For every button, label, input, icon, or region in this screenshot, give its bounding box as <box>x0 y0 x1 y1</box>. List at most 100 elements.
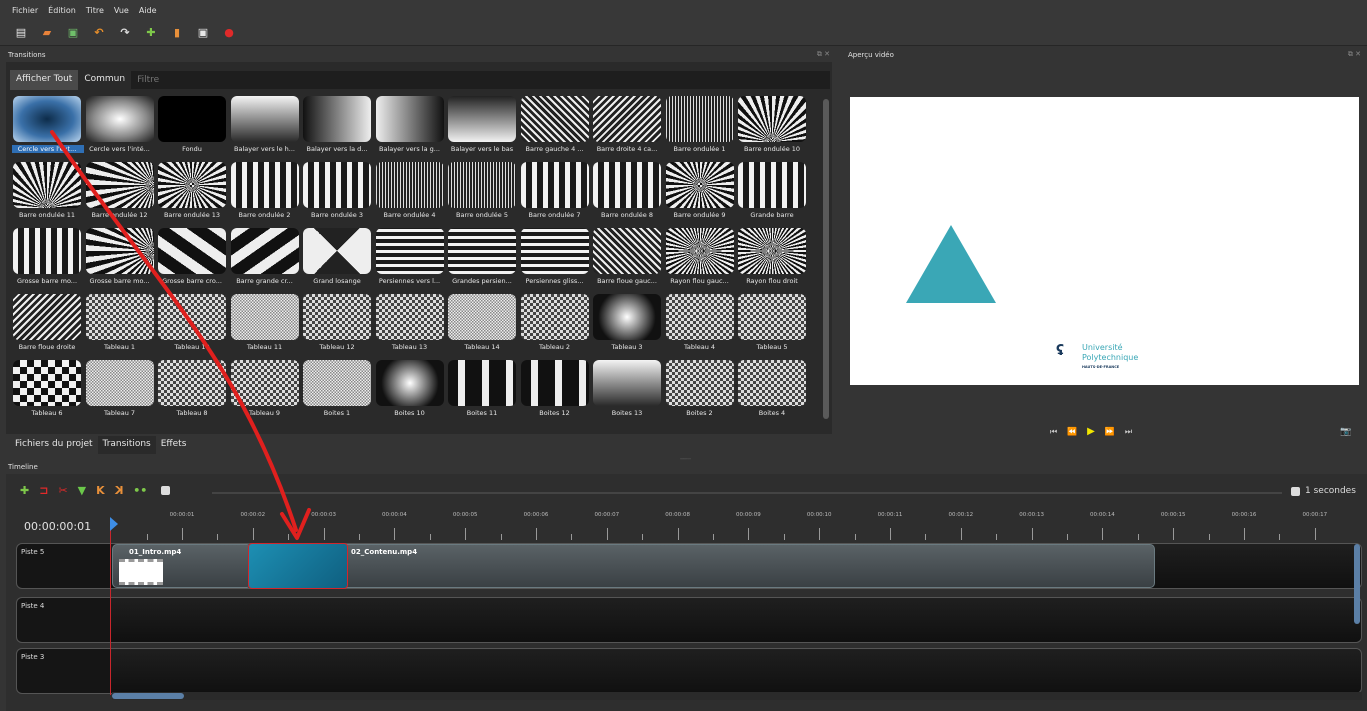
transition-tile[interactable]: Cercle vers l'ext... <box>12 95 84 159</box>
play-icon[interactable]: ▶ <box>1087 426 1095 437</box>
add-marker-icon[interactable]: ▼ <box>78 484 86 497</box>
camera-icon[interactable]: 📷 <box>1340 427 1351 437</box>
transition-tile[interactable]: Tableau 1 <box>85 293 155 357</box>
transition-tile[interactable]: Barre ondulée 12 <box>85 161 155 225</box>
transition-tile[interactable]: Cercle vers l'inté... <box>85 95 155 159</box>
tab-transitions[interactable]: Transitions <box>97 436 156 454</box>
transitions-scrollbar[interactable] <box>822 95 830 425</box>
fast-forward-icon[interactable]: ⏩ <box>1105 427 1115 436</box>
transition-tile[interactable]: Balayer vers la g... <box>375 95 445 159</box>
transition-tile[interactable]: Boites 13 <box>592 359 662 423</box>
transition-tile[interactable]: Tableau 10 <box>157 293 227 357</box>
new-project-icon[interactable]: ▤ <box>14 26 28 40</box>
transition-tile[interactable]: Barre floue droite <box>12 293 82 357</box>
transition-tile[interactable]: Tableau 2 <box>520 293 590 357</box>
transition-tile[interactable]: Barre ondulée 8 <box>592 161 662 225</box>
tab-project-files[interactable]: Fichiers du projet <box>10 436 98 454</box>
panel-controls-icon[interactable]: ⧉ ✕ <box>817 50 830 59</box>
choose-profile-icon[interactable]: ▮ <box>170 26 184 40</box>
export-video-icon[interactable]: ● <box>222 26 236 40</box>
filter-input[interactable] <box>131 71 830 89</box>
transition-clip[interactable] <box>248 543 348 589</box>
transition-tile[interactable]: Barre ondulée 9 <box>665 161 735 225</box>
transition-tile[interactable]: Rayon flou droit <box>737 227 807 291</box>
menu-edition[interactable]: Édition <box>48 6 76 15</box>
menu-vue[interactable]: Vue <box>114 6 129 15</box>
transition-tile[interactable]: Tableau 13 <box>375 293 445 357</box>
transition-tile[interactable]: Boites 10 <box>375 359 445 423</box>
fullscreen-icon[interactable]: ▣ <box>196 26 210 40</box>
transition-tile[interactable]: Tableau 6 <box>12 359 82 423</box>
transition-tile[interactable]: Barre droite 4 ca... <box>592 95 662 159</box>
transition-tile[interactable]: Tableau 7 <box>85 359 155 423</box>
transition-tile[interactable]: Boites 12 <box>520 359 590 423</box>
transition-tile[interactable]: Tableau 5 <box>737 293 807 357</box>
transition-tile[interactable]: Barre ondulée 4 <box>375 161 445 225</box>
clip-contenu[interactable]: 02_Contenu.mp4 <box>250 544 1155 588</box>
center-playhead-icon[interactable]: •• <box>133 484 147 497</box>
next-marker-icon[interactable]: K <box>115 484 124 497</box>
transition-tile[interactable]: Barre ondulée 5 <box>447 161 517 225</box>
tab-common[interactable]: Commun <box>78 70 131 90</box>
jump-start-icon[interactable]: ⏮ <box>1050 427 1057 437</box>
time-ruler[interactable]: 00:00:01 00:00:02 00:00:03 00:00:04 00:00:05… <box>112 508 1362 540</box>
transition-tile[interactable]: Rayon flou gauc... <box>665 227 735 291</box>
jump-end-icon[interactable]: ⏭ <box>1125 427 1132 437</box>
transition-tile[interactable]: Tableau 12 <box>302 293 372 357</box>
transition-tile[interactable]: Grand losange <box>302 227 372 291</box>
transition-tile[interactable]: Tableau 3 <box>592 293 662 357</box>
previous-marker-icon[interactable]: K <box>96 484 105 497</box>
transition-tile[interactable]: Barre ondulée 13 <box>157 161 227 225</box>
snap-icon[interactable]: ⊐ <box>39 484 48 497</box>
menu-aide[interactable]: Aide <box>139 6 157 15</box>
redo-icon[interactable]: ↷ <box>118 26 132 40</box>
transition-tile[interactable]: Balayer vers le h... <box>230 95 300 159</box>
transition-tile[interactable]: Tableau 11 <box>230 293 300 357</box>
razor-icon[interactable]: ✂ <box>58 484 67 497</box>
scrollbar-handle[interactable] <box>1354 544 1360 624</box>
transition-tile[interactable]: Tableau 14 <box>447 293 517 357</box>
save-project-icon[interactable]: ▣ <box>66 26 80 40</box>
playhead-line[interactable] <box>110 525 111 695</box>
timeline-vertical-scrollbar[interactable] <box>1354 544 1360 690</box>
transition-tile[interactable]: Barre gauche 4 ... <box>520 95 590 159</box>
transition-tile[interactable]: Tableau 9 <box>230 359 300 423</box>
scrollbar-handle[interactable] <box>823 99 829 419</box>
transition-tile[interactable]: Grandes persien... <box>447 227 517 291</box>
transition-tile[interactable]: Barre ondulée 3 <box>302 161 372 225</box>
tab-show-all[interactable]: Afficher Tout <box>10 70 79 90</box>
transition-tile[interactable]: Barre ondulée 2 <box>230 161 300 225</box>
tab-effects[interactable]: Effets <box>156 436 192 454</box>
add-track-icon[interactable]: ✚ <box>20 484 29 497</box>
transition-tile[interactable]: Barre ondulée 1 <box>665 95 735 159</box>
menu-fichier[interactable]: Fichier <box>12 6 38 15</box>
track-piste-3[interactable]: Piste 3 <box>16 648 1362 694</box>
rewind-icon[interactable]: ⏪ <box>1067 427 1077 436</box>
zoom-thumb-icon[interactable] <box>161 486 171 495</box>
transition-tile[interactable]: Tableau 8 <box>157 359 227 423</box>
zoom-slider-track[interactable] <box>212 492 1282 494</box>
menu-titre[interactable]: Titre <box>86 6 104 15</box>
transition-tile[interactable]: Boites 4 <box>737 359 807 423</box>
transition-tile[interactable]: Grosse barre mo... <box>85 227 155 291</box>
transition-tile[interactable]: Fondu <box>157 95 227 159</box>
transition-tile[interactable]: Balayer vers le bas <box>447 95 517 159</box>
import-files-icon[interactable]: ✚ <box>144 26 158 40</box>
transition-tile[interactable]: Balayer vers la d... <box>302 95 372 159</box>
transition-tile[interactable]: Grosse barre mo... <box>12 227 82 291</box>
undo-icon[interactable]: ↶ <box>92 26 106 40</box>
scrollbar-handle[interactable] <box>112 693 184 699</box>
track-piste-4[interactable]: Piste 4 <box>16 597 1362 643</box>
timeline-horizontal-scrollbar[interactable] <box>112 692 1362 700</box>
clip-intro[interactable]: 01_Intro.mp4 <box>112 544 252 588</box>
transition-tile[interactable]: Boites 1 <box>302 359 372 423</box>
transition-tile[interactable]: Boites 11 <box>447 359 517 423</box>
transition-tile[interactable]: Barre ondulée 7 <box>520 161 590 225</box>
transition-tile[interactable]: Tableau 4 <box>665 293 735 357</box>
panel-controls-icon[interactable]: ⧉ ✕ <box>1348 50 1361 59</box>
open-project-icon[interactable]: ▰ <box>40 26 54 40</box>
transition-tile[interactable]: Barre grande cr... <box>230 227 300 291</box>
transition-tile[interactable]: Persiennes gliss... <box>520 227 590 291</box>
transition-tile[interactable]: Grosse barre cro... <box>157 227 227 291</box>
zoom-handle-icon[interactable] <box>1291 486 1300 496</box>
